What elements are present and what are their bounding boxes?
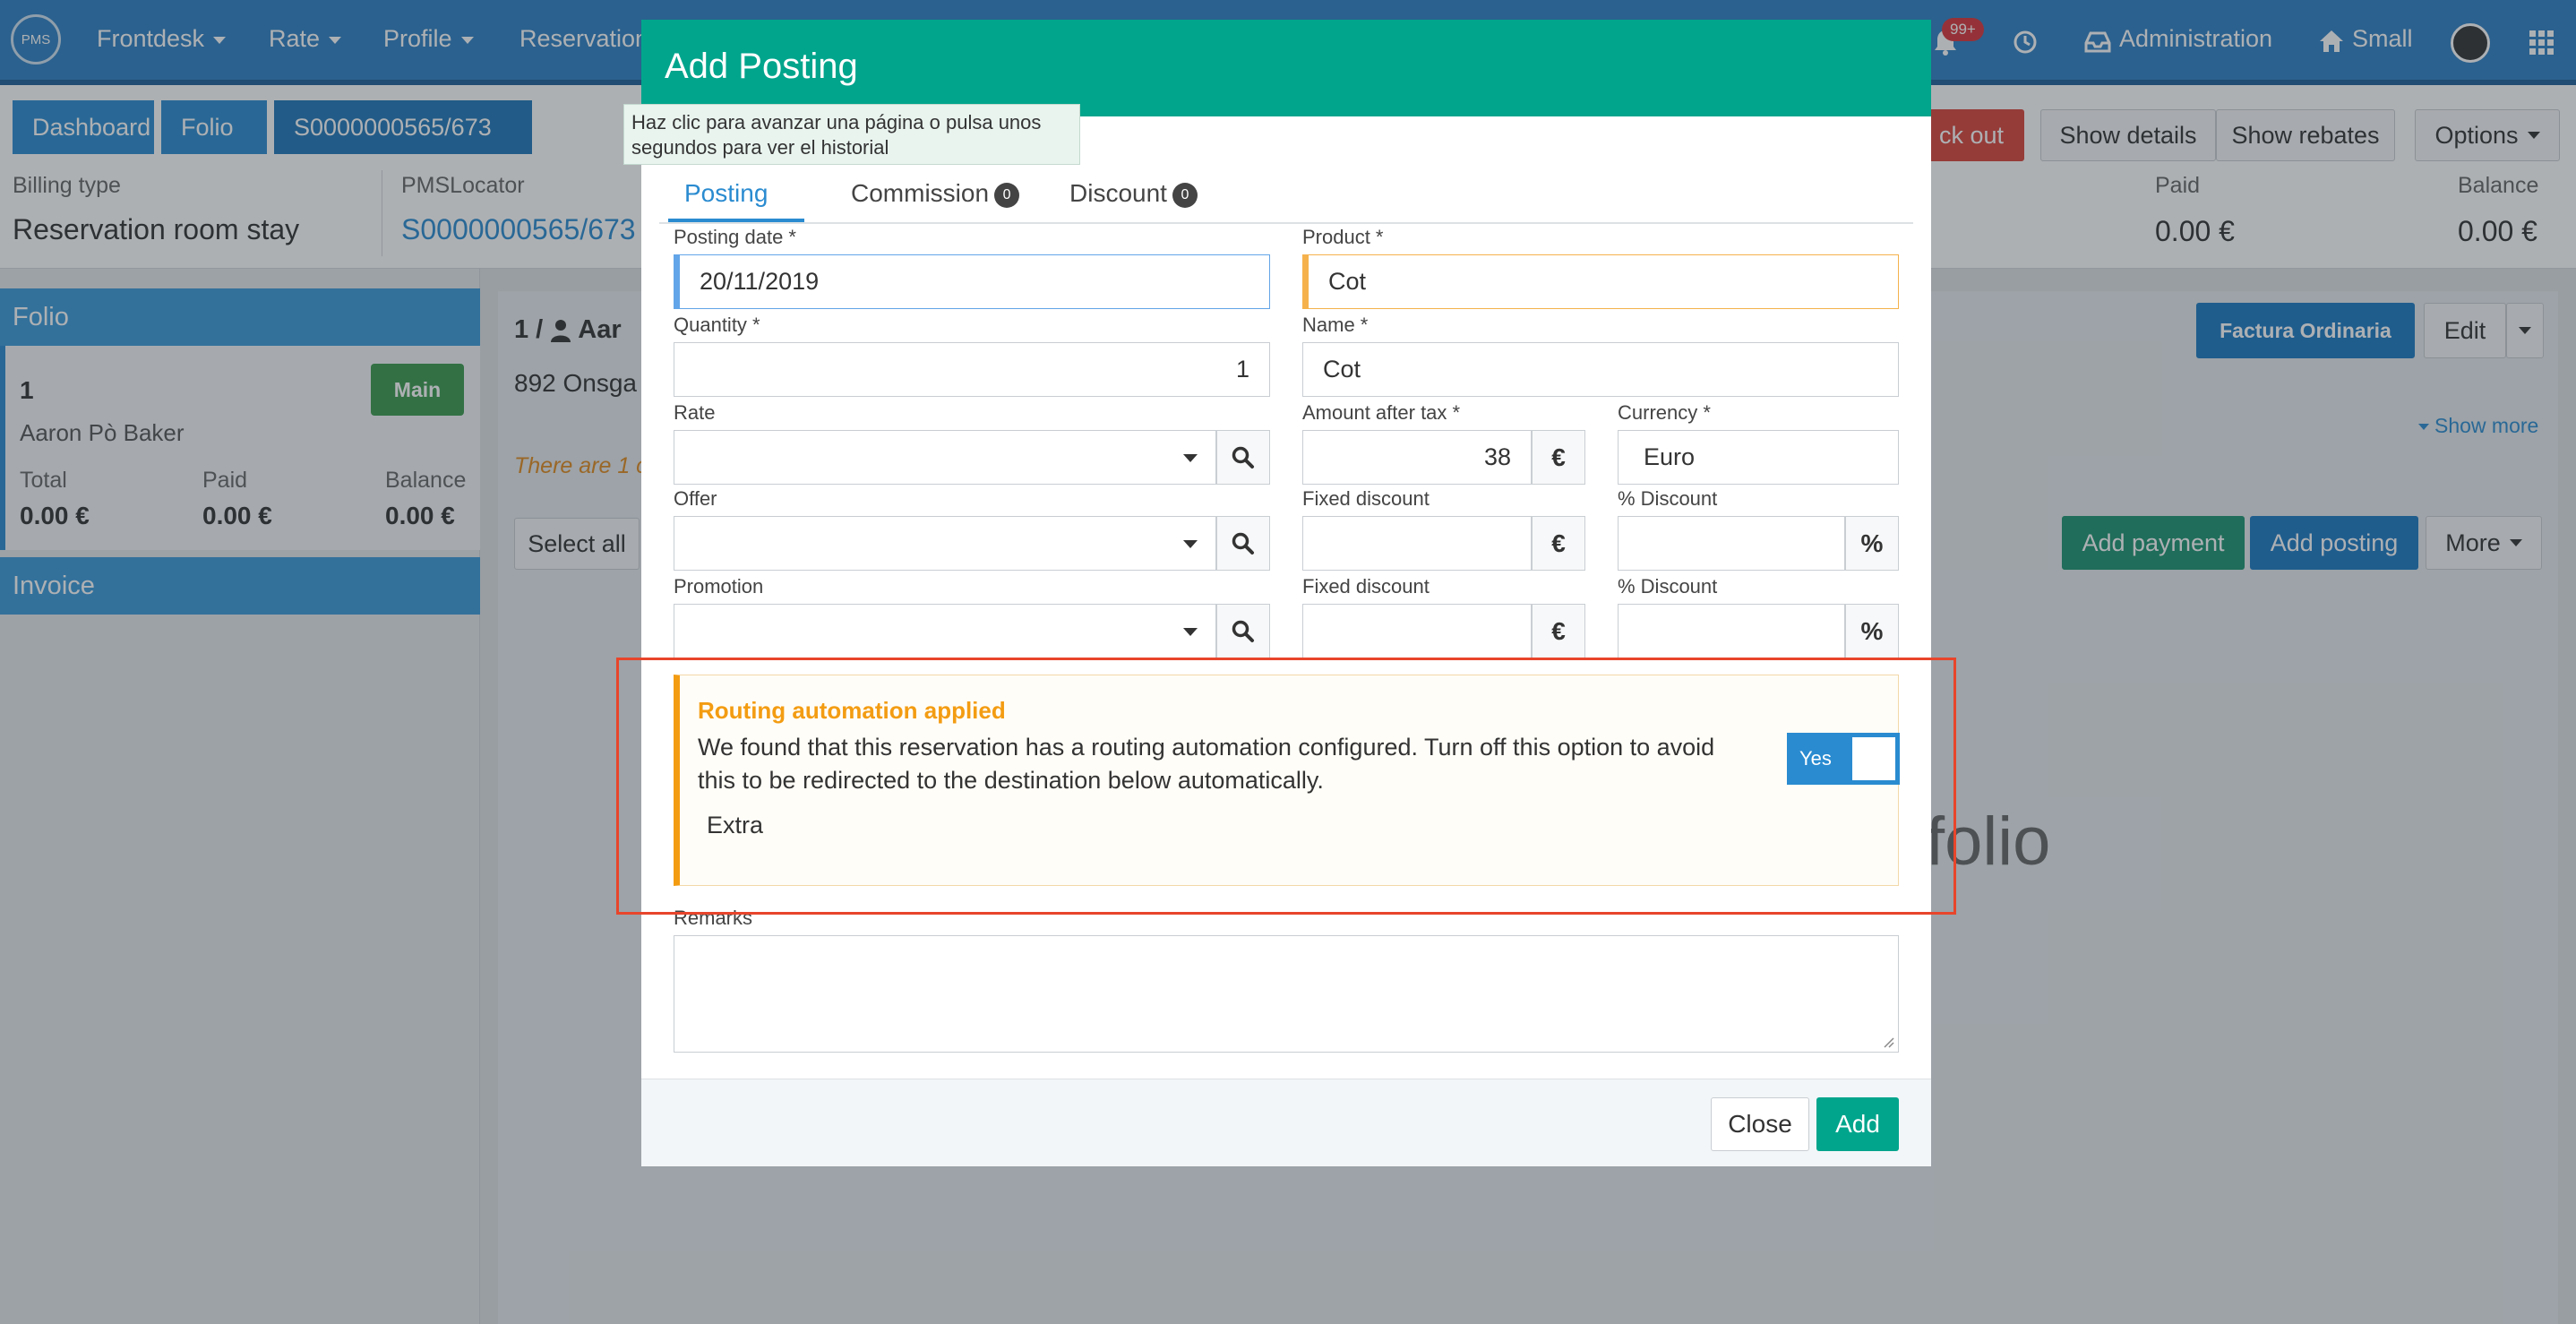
fixed-discount-2-input[interactable] [1302,604,1532,658]
promotion-label: Promotion [674,575,764,598]
highlight-box [616,658,1956,915]
posting-date-input[interactable]: 20/11/2019 [674,254,1270,309]
amount-input[interactable]: 38 [1302,430,1532,485]
modal-footer: Close Add [641,1079,1931,1166]
name-label: Name * [1302,314,1369,336]
add-posting-modal: Add Posting Posting Commission 0 Discount… [641,20,1931,1166]
tab-commission[interactable]: Commission 0 [851,179,1020,208]
quantity-input[interactable]: 1 [674,342,1270,397]
amount-label: Amount after tax * [1302,401,1461,424]
close-button[interactable]: Close [1711,1097,1809,1151]
offer-label: Offer [674,487,717,510]
fixed-discount-currency: € [1532,516,1585,571]
active-tab-indicator [668,219,804,222]
quantity-label: Quantity * [674,314,760,336]
percent-discount-label: % Discount [1618,487,1718,510]
tab-posting[interactable]: Posting [684,179,768,208]
search-icon [1232,446,1254,469]
fixed-discount-label: Fixed discount [1302,487,1430,510]
tab-discount-count: 0 [1172,182,1198,208]
percent-discount-input[interactable] [1618,516,1845,571]
chevron-down-icon [1183,628,1198,636]
offer-select[interactable] [674,516,1216,571]
promotion-search-button[interactable] [1216,604,1270,658]
fixed-discount-input[interactable] [1302,516,1532,571]
promotion-select[interactable] [674,604,1216,658]
chevron-down-icon [1183,454,1198,462]
tab-commission-count: 0 [994,182,1020,208]
currency-symbol: € [1532,430,1585,485]
search-icon [1232,620,1254,642]
tab-commission-label: Commission [851,179,990,207]
tab-posting-label: Posting [684,179,769,207]
product-label: Product * [1302,226,1384,248]
posting-date-label: Posting date * [674,226,796,248]
modal-title: Add Posting [641,20,1931,116]
remarks-textarea[interactable] [674,935,1899,1053]
search-icon [1232,532,1254,555]
chevron-down-icon [1183,540,1198,548]
resize-handle-icon[interactable] [1882,1036,1894,1048]
product-input[interactable]: Cot [1302,254,1899,309]
name-input[interactable]: Cot [1302,342,1899,397]
fixed-discount-2-currency: € [1532,604,1585,658]
currency-input[interactable]: Euro [1618,430,1899,485]
history-tooltip: Haz clic para avanzar una página o pulsa… [623,104,1080,165]
add-button[interactable]: Add [1816,1097,1899,1151]
percent-discount-2-input[interactable] [1618,604,1845,658]
rate-search-button[interactable] [1216,430,1270,485]
percent-2-symbol: % [1845,604,1899,658]
tab-discount[interactable]: Discount 0 [1069,179,1198,208]
percent-symbol: % [1845,516,1899,571]
fixed-discount-2-label: Fixed discount [1302,575,1430,598]
rate-select[interactable] [674,430,1216,485]
tab-discount-label: Discount [1069,179,1167,207]
currency-label: Currency * [1618,401,1711,424]
rate-label: Rate [674,401,716,424]
percent-discount-2-label: % Discount [1618,575,1718,598]
offer-search-button[interactable] [1216,516,1270,571]
